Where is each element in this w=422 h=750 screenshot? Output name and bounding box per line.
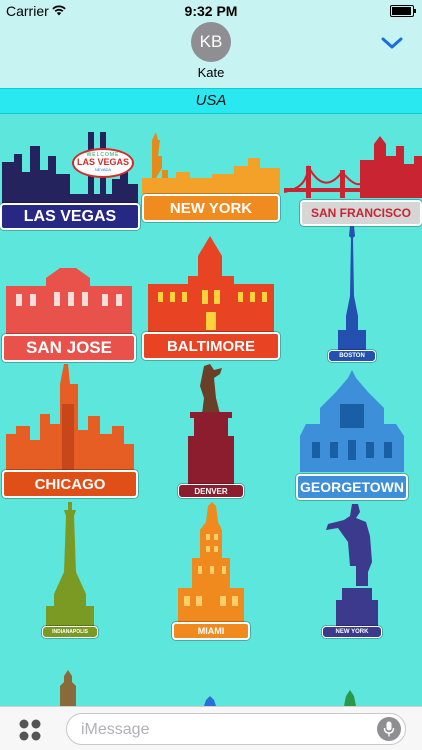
baltimore-banner: BALTIMORE: [142, 332, 280, 360]
dictation-button[interactable]: [377, 717, 401, 741]
microphone-icon: [383, 721, 395, 737]
next-row-partial-stickers: [60, 670, 356, 706]
category-title: USA: [195, 92, 227, 109]
sticker-chicago[interactable]: CHICAGO: [2, 364, 138, 500]
chevron-down-icon[interactable]: [380, 36, 404, 50]
georgetown-banner: GEORGETOWN: [296, 474, 408, 500]
sticker-denver[interactable]: DENVER: [176, 364, 246, 500]
contact-avatar[interactable]: KB: [191, 22, 231, 62]
indianapolis-monument-illustration: [46, 502, 94, 626]
denver-statue-illustration: [188, 364, 234, 484]
boston-monument-illustration: [338, 226, 366, 350]
sticker-baltimore[interactable]: BALTIMORE: [142, 236, 280, 362]
status-time: 9:32 PM: [184, 3, 238, 19]
conversation-header: KB Kate: [0, 22, 422, 88]
las-vegas-sign: WELCOME LAS VEGAS NEVADA: [72, 148, 134, 178]
chicago-banner: CHICAGO: [2, 470, 138, 498]
sticker-new-york[interactable]: NEW YORK: [142, 128, 280, 224]
message-placeholder: iMessage: [81, 721, 150, 738]
status-bar: Carrier 9:32 PM: [0, 0, 422, 22]
chicago-skyline-illustration: [6, 364, 134, 472]
new-york-skyline-illustration: [142, 132, 280, 194]
message-input-bar: iMessage: [0, 706, 422, 750]
las-vegas-banner: LAS VEGAS: [0, 203, 140, 230]
sticker-new-york-statue[interactable]: NEW YORK: [322, 502, 382, 642]
indianapolis-banner: INDIANAPOLIS: [42, 626, 98, 638]
sticker-miami[interactable]: MIAMI: [172, 502, 250, 642]
new-york-statue-illustration: [326, 504, 378, 626]
battery-icon: [390, 5, 416, 17]
san-jose-banner: SAN JOSE: [2, 334, 136, 362]
new-york-banner: NEW YORK: [142, 194, 280, 222]
category-bar: USA: [0, 88, 422, 114]
sticker-san-francisco[interactable]: SAN FRANCISCO: [284, 126, 422, 226]
boston-banner: BOSTON: [328, 350, 376, 362]
new-york-statue-banner: NEW YORK: [322, 626, 382, 638]
sticker-grid: WELCOME LAS VEGAS NEVADA LAS VEGAS NEW Y…: [0, 114, 422, 706]
app-drawer-icon[interactable]: [18, 718, 42, 742]
san-francisco-banner: SAN FRANCISCO: [300, 200, 422, 226]
sticker-san-jose[interactable]: SAN JOSE: [2, 264, 136, 362]
baltimore-building-illustration: [148, 236, 274, 334]
san-francisco-skyline-illustration: [284, 136, 422, 198]
miami-tower-illustration: [178, 502, 244, 622]
message-input[interactable]: iMessage: [66, 713, 406, 745]
denver-banner: DENVER: [178, 484, 244, 498]
georgetown-building-illustration: [300, 370, 404, 472]
sticker-boston[interactable]: BOSTON: [328, 226, 376, 362]
miami-banner: MIAMI: [172, 622, 250, 640]
contact-name[interactable]: Kate: [0, 65, 422, 80]
sticker-las-vegas[interactable]: WELCOME LAS VEGAS NEVADA LAS VEGAS: [0, 124, 140, 230]
sticker-indianapolis[interactable]: INDIANAPOLIS: [40, 502, 100, 640]
sticker-georgetown[interactable]: GEORGETOWN: [296, 364, 408, 500]
san-jose-building-illustration: [6, 268, 132, 334]
